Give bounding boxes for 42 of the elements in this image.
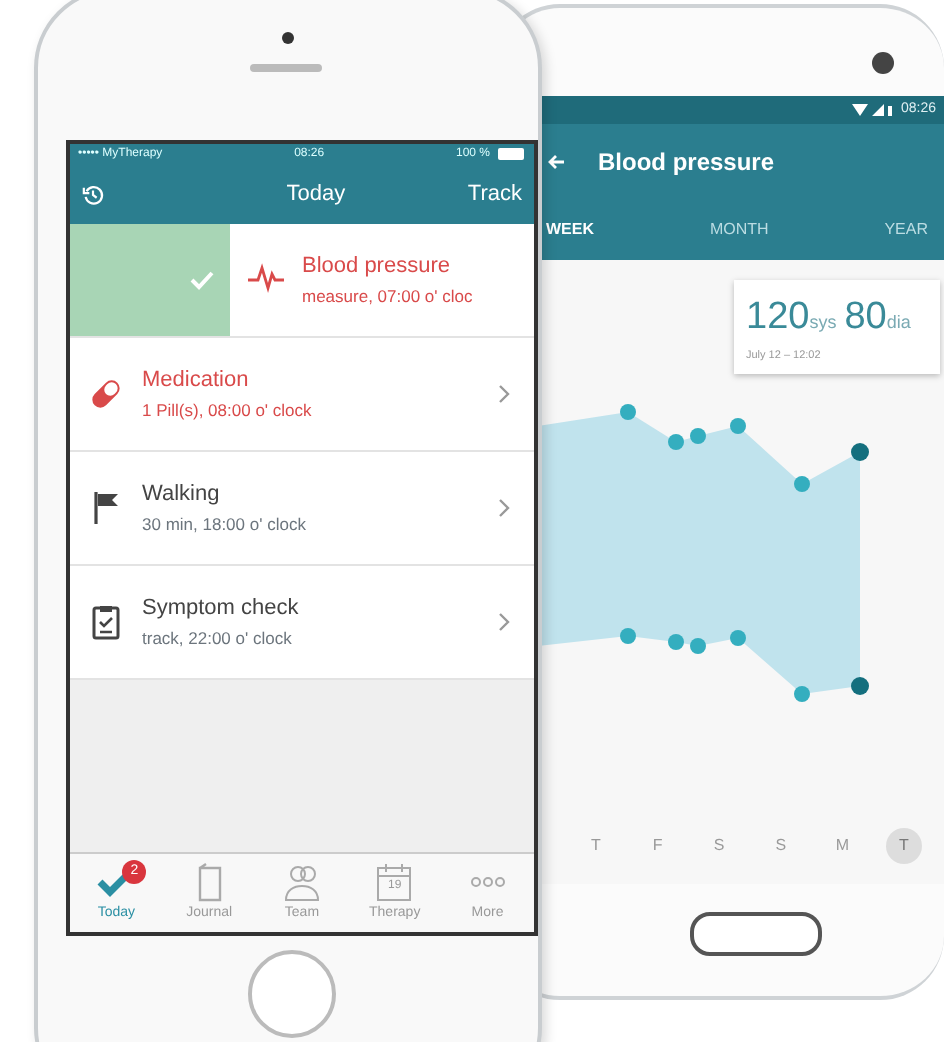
- period-tab[interactable]: MONTH: [709, 218, 769, 242]
- back-arrow-icon[interactable]: [546, 152, 566, 172]
- chevron-icon: [498, 498, 510, 518]
- calendar-icon: [372, 859, 417, 903]
- speaker-icon: [250, 64, 322, 72]
- day-label[interactable]: S: [701, 827, 738, 864]
- screen-title: Blood pressure: [598, 146, 775, 180]
- more-icon: [469, 875, 506, 887]
- unit-label: sys: [809, 310, 837, 336]
- task-title: Walking: [142, 480, 222, 511]
- day-label[interactable]: T: [578, 827, 614, 864]
- task-detail: track, 22:00 o' clock: [142, 625, 294, 652]
- checkmark-icon: [190, 270, 214, 290]
- task-row[interactable]: Walking 30 min, 18:00 o' clock: [70, 452, 534, 566]
- camera-icon: [282, 32, 294, 44]
- screen-title: Today: [286, 179, 346, 210]
- chevron-icon: [498, 384, 510, 404]
- task-title: Blood pressure: [302, 252, 452, 283]
- task-row[interactable]: Blood pressure measure, 07:00 o' cloc: [70, 224, 534, 338]
- task-title: Medication: [142, 366, 251, 397]
- day-label[interactable]: F: [639, 827, 676, 864]
- task-row[interactable]: Symptom check track, 22:00 o' clock: [70, 566, 534, 680]
- diastolic-value: 80: [844, 294, 887, 342]
- track-button[interactable]: Track: [467, 177, 522, 211]
- chevron-icon: [498, 612, 510, 632]
- task-row[interactable]: Medication 1 Pill(s), 08:00 o' clock: [70, 338, 534, 452]
- task-detail: 30 min, 18:00 o' clock: [142, 511, 308, 538]
- home-button[interactable]: [690, 912, 822, 956]
- task-title: Symptom check: [142, 594, 301, 625]
- period-tab[interactable]: WEEK: [546, 218, 594, 242]
- battery-icon: [498, 148, 526, 160]
- task-detail: measure, 07:00 o' cloc: [302, 283, 475, 310]
- camera-icon: [872, 52, 894, 74]
- systolic-value: 120: [746, 294, 810, 342]
- signal-icon: [852, 102, 893, 118]
- period-tab[interactable]: YEAR: [884, 218, 928, 242]
- history-icon[interactable]: [82, 183, 104, 205]
- day-label[interactable]: S: [762, 827, 799, 864]
- day-label[interactable]: T: [885, 827, 922, 864]
- day-label[interactable]: M: [824, 827, 861, 864]
- task-detail: 1 Pill(s), 08:00 o' clock: [142, 397, 314, 424]
- unit-label: dia: [886, 310, 911, 336]
